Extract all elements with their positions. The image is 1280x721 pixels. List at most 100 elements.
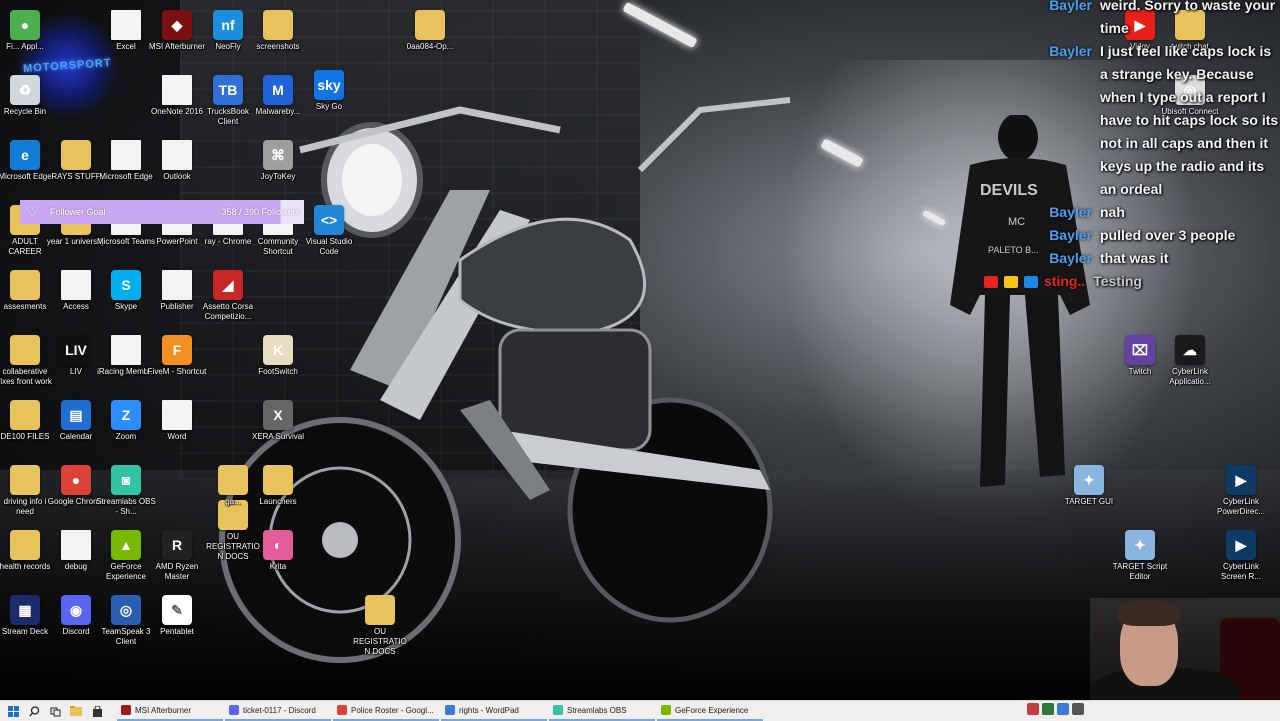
camera-badge-icon: [984, 275, 998, 288]
desktop-icon-malwareby[interactable]: M Malwareby...: [253, 75, 303, 117]
taskbar-app-label: Streamlabs OBS: [567, 705, 627, 715]
desktop-icon-label: Fi... Appl...: [6, 42, 44, 51]
taskbar-app-streamlabs-obs[interactable]: Streamlabs OBS: [549, 701, 655, 721]
desktop-icon-collaberative-fixes-front-work[interactable]: collaberative fixes front work: [0, 335, 52, 387]
desktop-icon-fi-appl[interactable]: ● Fi... Appl...: [0, 10, 50, 52]
desktop-icon-xera-survival[interactable]: X XERA Survival: [252, 400, 304, 442]
channel-logo-text: MOTORSPORT: [22, 56, 113, 76]
desktop-icon-ga[interactable]: ga...: [208, 465, 258, 507]
desktop-icon-access[interactable]: Access: [51, 270, 101, 312]
folder-icon: [218, 465, 248, 495]
desktop-icon-fivem-shortcut[interactable]: F FiveM - Shortcut: [148, 335, 206, 377]
search-icon[interactable]: [26, 703, 42, 719]
desktop-icon-target-gui[interactable]: ✦ TARGET GUI: [1064, 465, 1114, 507]
desktop-icon-calendar[interactable]: ▤ Calendar: [51, 400, 101, 442]
desktop-icon-health-records[interactable]: health records: [0, 530, 50, 572]
acc-icon: ◢: [213, 270, 243, 300]
tray-app-icon[interactable]: [1057, 703, 1069, 715]
desktop-icon-cyberlink-powerdirec[interactable]: ▶ CyberLink PowerDirec...: [1216, 465, 1266, 517]
desktop-icon-0aa084-op[interactable]: 0aa084-Op...: [405, 10, 455, 52]
chat-message: Bayler weird. Sorry to waste your time: [1036, 0, 1280, 40]
jacket-text-mc: MC: [1008, 216, 1025, 228]
jacket-text-devils: DEVILS: [980, 182, 1038, 199]
desktop-icon-label: screenshots: [256, 42, 300, 51]
desktop-icon-target-script-editor[interactable]: ✦ TARGET Script Editor: [1113, 530, 1167, 582]
desktop-icon-cyberlink-applicatio[interactable]: ☁ CyberLink Applicatio...: [1165, 335, 1215, 387]
file-icon: [162, 75, 192, 105]
desktop-icon-cyberlink-screen-r[interactable]: ▶ CyberLink Screen R...: [1216, 530, 1266, 582]
desktop-icon-footswitch[interactable]: K FootSwitch: [253, 335, 303, 377]
taskbar-app-label: Police Roster - Googl...: [351, 705, 434, 715]
desktop-icon-excel[interactable]: Excel: [101, 10, 151, 52]
chat-message: Bayler that was it: [1036, 247, 1280, 270]
desktop-icon-microsoft-edge[interactable]: Microsoft Edge: [99, 140, 153, 182]
folder-icon: [365, 595, 395, 625]
ryzen-icon: R: [162, 530, 192, 560]
pentablet-icon: ✎: [162, 595, 192, 625]
desktop-icon-joytokey[interactable]: ⌘ JoyToKey: [253, 140, 303, 182]
desktop-icon-ou-registratio-n-docs[interactable]: OU REGISTRATIO N DOCS: [353, 595, 407, 657]
desktop-icon-twitch[interactable]: ⌧ Twitch: [1115, 335, 1165, 377]
desktop-icon-liv[interactable]: LIV LIV: [51, 335, 101, 377]
tray-app-icon[interactable]: [1027, 703, 1039, 715]
desktop-icon-onenote-2016[interactable]: OneNote 2016: [151, 75, 203, 117]
task-view-icon[interactable]: [47, 703, 63, 719]
desktop-icon-label: Sky Go: [315, 102, 343, 111]
taskbar-app-police-roster-googl[interactable]: Police Roster - Googl...: [333, 701, 439, 721]
windows-start-icon[interactable]: [5, 703, 21, 719]
desktop-icon-iracing-memb[interactable]: iRacing Memb...: [97, 335, 155, 377]
app-icon: ●: [10, 10, 40, 40]
desktop-icon-word[interactable]: Word: [152, 400, 202, 442]
chat-text: I just feel like caps lock is a strange …: [1100, 43, 1279, 197]
desktop-icon-pentablet[interactable]: ✎ Pentablet: [152, 595, 202, 637]
desktop-icon-sky-go[interactable]: sky Sky Go: [304, 70, 354, 112]
desktop-icon-trucksbook-client[interactable]: TB TrucksBook Client: [203, 75, 253, 127]
desktop-icon-outlook[interactable]: Outlook: [152, 140, 202, 182]
app-icon: [445, 705, 455, 715]
desktop-icon-visual-studio-code[interactable]: <> Visual Studio Code: [304, 205, 354, 257]
desktop-icon-label: CyberLink Applicatio...: [1169, 367, 1211, 386]
taskbar-app-msi-afterburner[interactable]: MSI Afterburner: [117, 701, 223, 721]
desktop-icon-discord[interactable]: ◉ Discord: [51, 595, 101, 637]
footswitch-icon: K: [263, 335, 293, 365]
desktop-icon-stream-deck[interactable]: ▦ Stream Deck: [0, 595, 50, 637]
discord-icon: ◉: [61, 595, 91, 625]
desktop-icon-rays-stuff[interactable]: RAYS STUFF: [51, 140, 101, 182]
taskbar-app-geforce-experience[interactable]: GeForce Experience: [657, 701, 763, 721]
stream-chat-overlay: Bayler weird. Sorry to waste your time Bay…: [984, 0, 1280, 293]
chrome-icon: ●: [61, 465, 91, 495]
streamlabs-icon: ◙: [111, 465, 141, 495]
taskbar-app-label: MSI Afterburner: [135, 705, 192, 715]
file-explorer-icon[interactable]: [68, 703, 84, 719]
file-icon: [162, 400, 192, 430]
fivem-icon: F: [162, 335, 192, 365]
desktop-icon-google-chrome[interactable]: ● Google Chrome: [48, 465, 104, 507]
star-badge-icon: [1004, 275, 1018, 288]
desktop-icon-neofly[interactable]: nf NeoFly: [203, 10, 253, 52]
desktop-icon-msi-afterburner[interactable]: ◆ MSI Afterburner: [149, 10, 205, 52]
desktop-icon-screenshots[interactable]: screenshots: [253, 10, 303, 52]
desktop-icon-de100-files[interactable]: DE100 FILES: [0, 400, 50, 442]
desktop-icon-publisher[interactable]: Publisher: [152, 270, 202, 312]
desktop-icon-debug[interactable]: debug: [51, 530, 101, 572]
desktop-icon-driving-info-i-need[interactable]: driving info i need: [0, 465, 50, 517]
follower-goal-widget: ♡ Follower Goal 358 / 390 Followers: [20, 200, 304, 224]
store-icon[interactable]: [89, 703, 105, 719]
desktop-icon-skype[interactable]: S Skype: [101, 270, 151, 312]
crown-badge-icon: [1024, 275, 1038, 288]
desktop-icon-zoom[interactable]: Z Zoom: [101, 400, 151, 442]
desktop-icon-recycle-bin[interactable]: ♻ Recycle Bin: [0, 75, 50, 117]
desktop-icon-teamspeak-3-client[interactable]: ◎ TeamSpeak 3 Client: [101, 595, 151, 647]
folder-icon: [10, 270, 40, 300]
desktop-icon-assetto-corsa-competizio[interactable]: ◢ Assetto Corsa Competizio...: [203, 270, 253, 322]
taskbar-app-ticket-0117-discord[interactable]: ticket-0117 - Discord: [225, 701, 331, 721]
desktop-icon-microsoft-edge[interactable]: e Microsoft Edge: [0, 140, 52, 182]
desktop-icon-amd-ryzen-master[interactable]: R AMD Ryzen Master: [152, 530, 202, 582]
desktop-icon-streamlabs-obs-sh[interactable]: ◙ Streamlabs OBS - Sh...: [96, 465, 156, 517]
tray-app-icon[interactable]: [1072, 703, 1084, 715]
desktop-icon-geforce-experience[interactable]: ▲ GeForce Experience: [101, 530, 151, 582]
desktop-icon-ou-registratio-n-docs[interactable]: OU REGISTRATIO N DOCS: [206, 500, 260, 562]
tray-app-icon[interactable]: [1042, 703, 1054, 715]
taskbar-app-rights-wordpad[interactable]: rights - WordPad: [441, 701, 547, 721]
desktop-icon-assesments[interactable]: assesments: [0, 270, 50, 312]
